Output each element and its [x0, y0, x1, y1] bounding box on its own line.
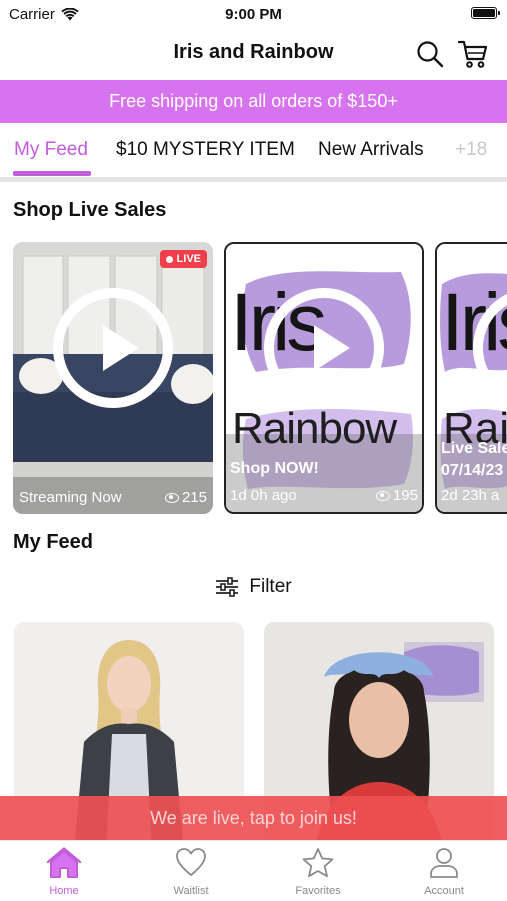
- person-icon: [430, 848, 458, 878]
- battery-icon: [471, 7, 500, 19]
- live-banner-text: We are live, tap to join us!: [150, 807, 357, 828]
- live-card-caption-line2: 07/14/23: [441, 462, 504, 479]
- eye-icon: [164, 493, 179, 504]
- star-icon: [302, 848, 334, 878]
- search-icon[interactable]: [416, 40, 444, 68]
- home-icon: [47, 847, 81, 878]
- tab-my-feed[interactable]: My Feed: [14, 139, 88, 161]
- active-tab-indicator: [13, 171, 91, 176]
- sliders-icon: [216, 577, 239, 597]
- tab-favorites[interactable]: Favorites: [263, 847, 373, 897]
- status-bar: Carrier 9:00 PM: [0, 0, 507, 28]
- tab-waitlist[interactable]: Waitlist: [136, 847, 246, 897]
- tab-account-label: Account: [424, 885, 464, 897]
- bottom-tab-bar: Home Waitlist Favorites Account: [0, 840, 507, 901]
- live-card-meta: 1d 0h ago 195: [230, 487, 418, 504]
- live-sale-card[interactable]: Iris Rainbow Shop NOW! 1d 0h ago 195: [224, 242, 424, 514]
- live-sales-heading: Shop Live Sales: [13, 199, 167, 221]
- live-card-meta: Streaming Now 215: [19, 489, 207, 506]
- promo-text: Free shipping on all orders of $150+: [109, 91, 398, 111]
- tabs-divider: [0, 177, 507, 182]
- tab-account[interactable]: Account: [389, 847, 499, 897]
- live-card-caption-line1: Live Sale: [441, 440, 507, 457]
- heart-icon: [176, 848, 206, 876]
- live-sale-card[interactable]: LIVE Streaming Now 215: [13, 242, 213, 514]
- tab-mystery-item[interactable]: $10 MYSTERY ITEM: [116, 139, 295, 161]
- live-now-banner[interactable]: We are live, tap to join us!: [0, 796, 507, 840]
- view-count: 215: [164, 489, 207, 506]
- view-count: 195: [375, 487, 418, 504]
- tab-waitlist-label: Waitlist: [173, 885, 209, 897]
- live-badge-label: LIVE: [176, 253, 201, 265]
- clock: 9:00 PM: [225, 6, 282, 23]
- stream-status: 2d 23h a: [441, 487, 500, 504]
- stream-status: 1d 0h ago: [230, 487, 297, 504]
- live-sale-card[interactable]: Iris Rain Live Sale 07/14/23 2d 23h a: [435, 242, 507, 514]
- live-card-caption: Shop NOW!: [230, 460, 319, 477]
- navigation-bar: Iris and Rainbow: [0, 30, 507, 78]
- brand-logo-bottom: Rainbow: [232, 404, 397, 453]
- tab-favorites-label: Favorites: [295, 885, 341, 897]
- filter-button[interactable]: Filter: [0, 576, 507, 598]
- cart-icon[interactable]: [457, 38, 489, 70]
- play-icon[interactable]: [264, 288, 384, 408]
- live-badge: LIVE: [159, 250, 207, 268]
- eye-icon: [375, 491, 390, 502]
- tab-home-label: Home: [49, 885, 79, 897]
- play-icon[interactable]: [53, 288, 173, 408]
- stream-status: Streaming Now: [19, 489, 122, 506]
- tab-home[interactable]: Home: [9, 847, 119, 897]
- feed-heading: My Feed: [13, 531, 94, 553]
- tab-more[interactable]: +18: [455, 139, 487, 161]
- category-tabs: My Feed $10 MYSTERY ITEM New Arrivals +1…: [0, 123, 507, 179]
- filter-label: Filter: [249, 576, 292, 597]
- tab-new-arrivals[interactable]: New Arrivals: [318, 139, 424, 161]
- promo-banner[interactable]: Free shipping on all orders of $150+: [0, 80, 507, 123]
